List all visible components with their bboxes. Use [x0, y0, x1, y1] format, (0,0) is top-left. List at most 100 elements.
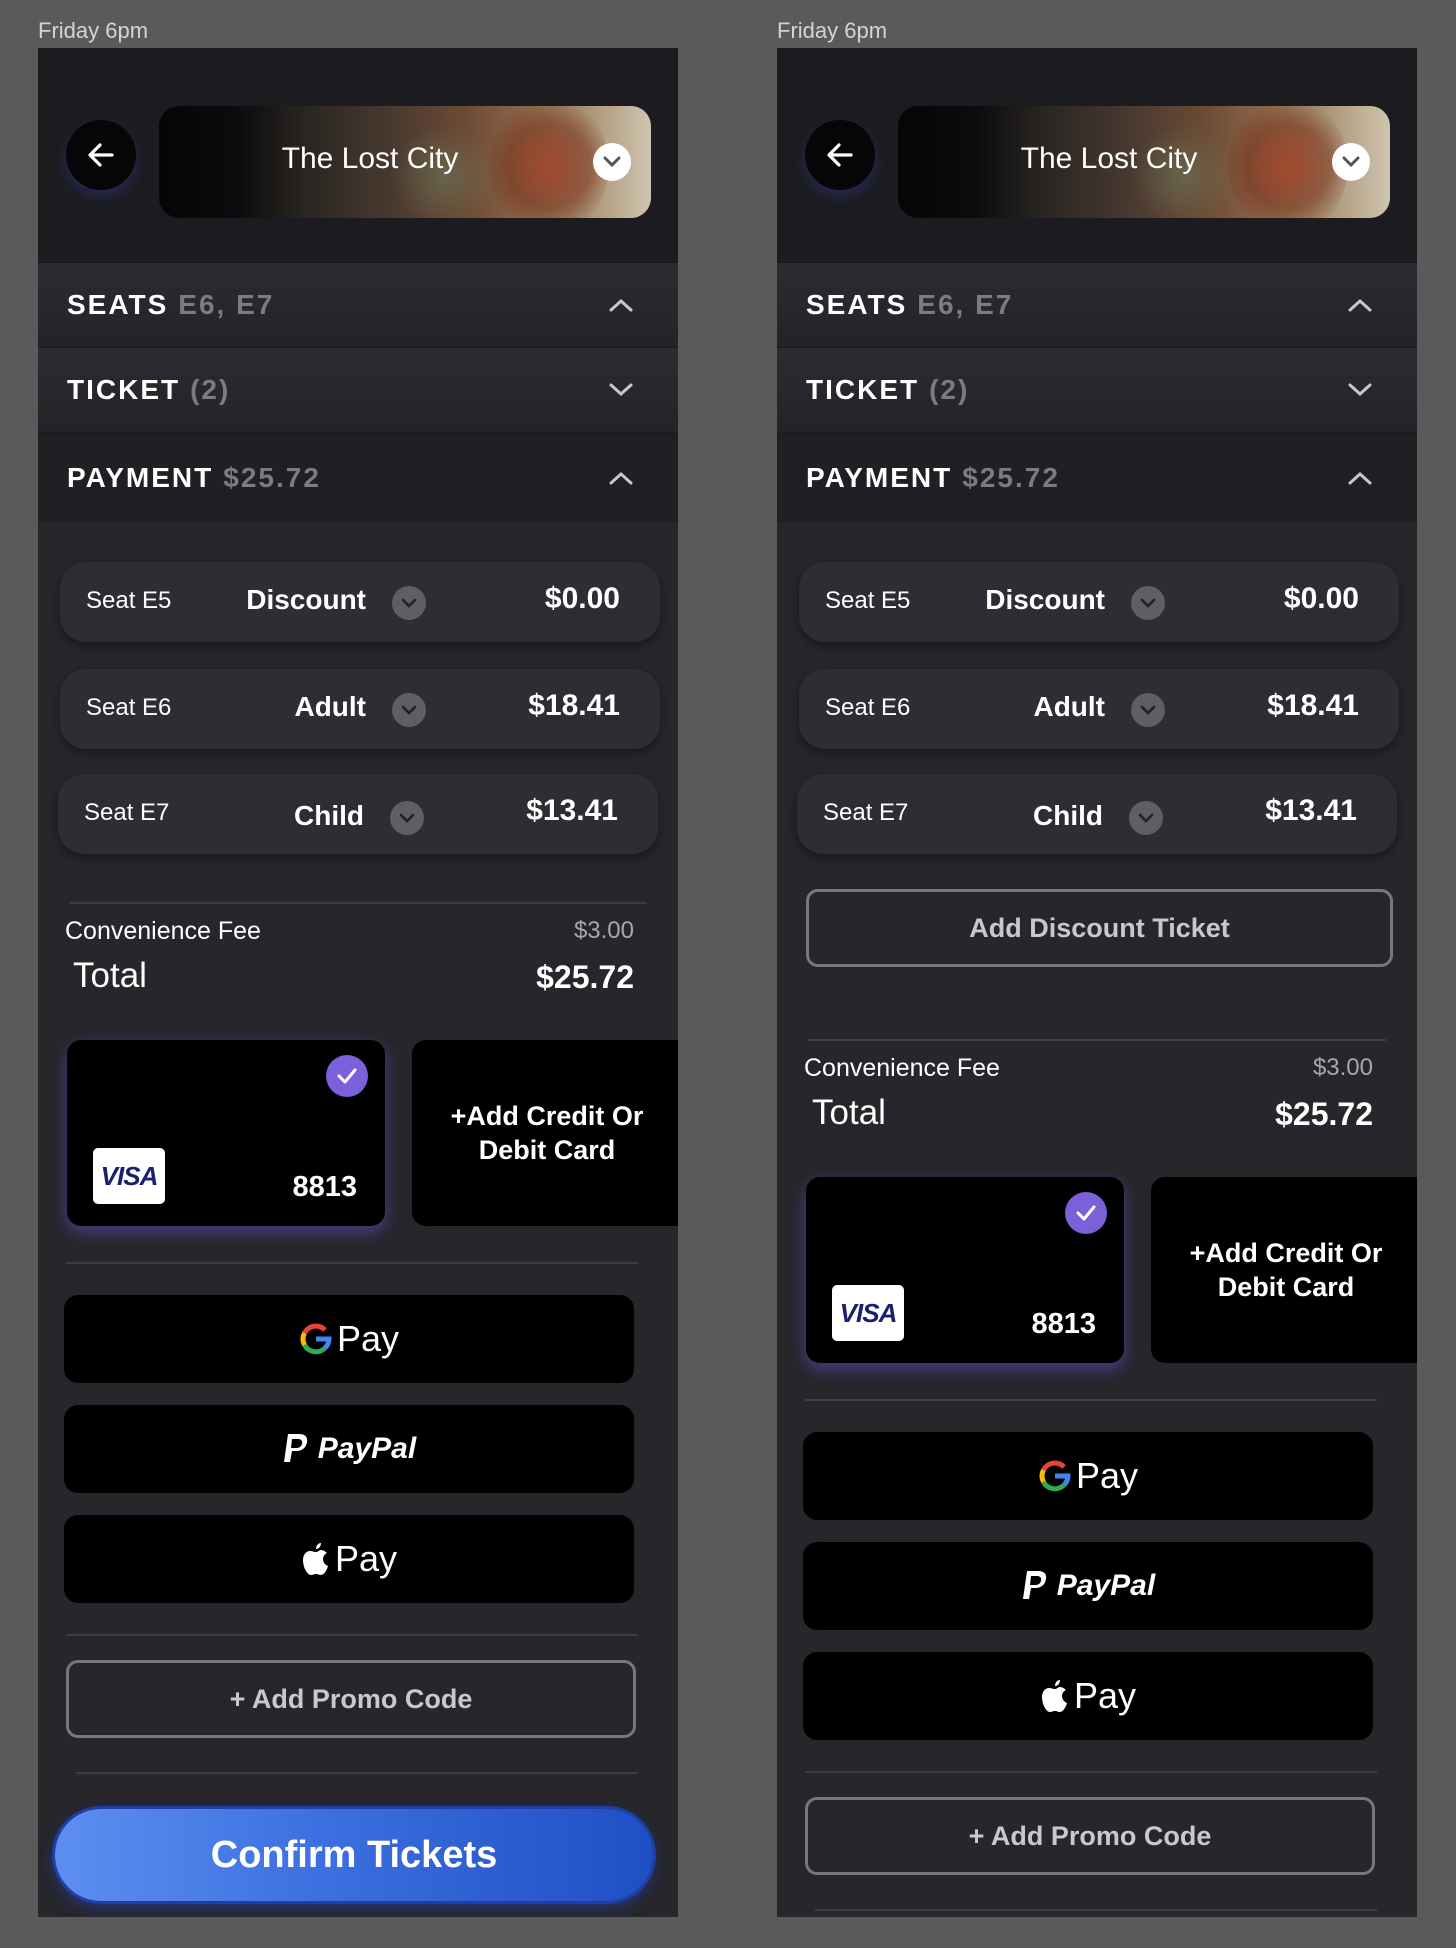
chevron-up-icon — [1348, 298, 1372, 312]
seat-label: Seat E7 — [823, 799, 909, 826]
chevron-down-icon[interactable] — [392, 693, 426, 727]
visa-logo: VISA — [93, 1148, 165, 1204]
seats-title: SEATS — [806, 289, 908, 320]
ticket-price: $13.41 — [1265, 794, 1357, 827]
add-promo-code-button[interactable]: + Add Promo Code — [805, 1797, 1375, 1875]
ticket-price: $18.41 — [528, 689, 620, 722]
ticket-section-header[interactable]: TICKET (2) — [777, 347, 1417, 432]
add-promo-code-button[interactable]: + Add Promo Code — [66, 1660, 636, 1738]
back-button[interactable] — [66, 120, 136, 190]
divider — [66, 1634, 638, 1636]
ticket-type[interactable]: Child — [1033, 800, 1103, 832]
divider — [805, 1399, 1377, 1401]
seats-section-header[interactable]: SEATS E6, E7 — [777, 262, 1417, 347]
visa-logo: VISA — [832, 1285, 904, 1341]
seats-title: SEATS — [67, 289, 169, 320]
ticket-type[interactable]: Child — [294, 800, 364, 832]
ticket-price: $0.00 — [544, 582, 620, 615]
google-g-icon — [300, 1323, 332, 1355]
payment-title: PAYMENT — [67, 461, 214, 493]
convenience-fee-value: $3.00 — [1312, 1054, 1373, 1081]
paypal-icon — [1022, 1571, 1046, 1599]
paypal-button[interactable]: PayPal — [64, 1405, 634, 1493]
ticket-title: TICKET — [806, 374, 920, 405]
ticket-price: $18.41 — [1267, 689, 1359, 722]
total-value: $25.72 — [536, 959, 634, 995]
seat-ticket-row: Seat E6 Adult $18.41 — [60, 669, 660, 749]
google-g-icon — [1039, 1460, 1071, 1492]
apple-pay-button[interactable]: Pay — [803, 1652, 1373, 1740]
seat-label: Seat E6 — [86, 694, 172, 721]
seat-label: Seat E7 — [84, 799, 170, 826]
payment-section-header[interactable]: PAYMENT $25.72 — [777, 432, 1417, 522]
arrow-left-icon — [827, 143, 853, 167]
apple-icon — [1041, 1680, 1067, 1712]
google-pay-button[interactable]: Pay — [64, 1295, 634, 1383]
divider — [76, 1772, 638, 1774]
payment-amount: $25.72 — [962, 461, 1060, 493]
paypal-icon — [283, 1434, 307, 1462]
divider — [69, 902, 647, 904]
chevron-down-icon[interactable] — [390, 801, 424, 835]
ticket-count: (2) — [190, 374, 231, 405]
seat-ticket-row: Seat E7 Child $13.41 — [797, 774, 1397, 854]
apple-icon — [302, 1543, 328, 1575]
movie-title: The Lost City — [281, 142, 459, 175]
seat-ticket-row: Seat E6 Adult $18.41 — [799, 669, 1399, 749]
convenience-fee-value: $3.00 — [573, 917, 634, 944]
chevron-down-icon[interactable] — [1332, 143, 1370, 181]
convenience-fee-label: Convenience Fee — [65, 917, 261, 945]
seat-ticket-row: Seat E5 Discount $0.00 — [799, 562, 1399, 642]
paypal-label: PayPal — [317, 1432, 417, 1465]
divider — [815, 1909, 1377, 1911]
ticket-count: (2) — [929, 374, 970, 405]
add-discount-ticket-button[interactable]: Add Discount Ticket — [806, 889, 1393, 967]
divider — [808, 1039, 1386, 1041]
movie-selector[interactable]: The Lost City — [898, 106, 1390, 218]
confirm-tickets-button[interactable]: Confirm Tickets — [55, 1809, 653, 1901]
google-pay-button[interactable]: Pay — [803, 1432, 1373, 1520]
add-card-button[interactable]: +Add Credit Or Debit Card — [412, 1040, 678, 1226]
seat-ticket-row: Seat E7 Child $13.41 — [58, 774, 658, 854]
header: The Lost City — [777, 48, 1417, 262]
seat-label: Seat E5 — [86, 587, 172, 614]
ticket-price: $13.41 — [526, 794, 618, 827]
applepay-label: Pay — [334, 1538, 398, 1579]
movie-selector[interactable]: The Lost City — [159, 106, 651, 218]
payment-amount: $25.72 — [223, 461, 321, 493]
frame-label: Friday 6pm — [777, 18, 888, 43]
add-card-label: +Add Credit Or Debit Card — [1189, 1238, 1383, 1302]
apple-pay-button[interactable]: Pay — [64, 1515, 634, 1603]
payment-section-header[interactable]: PAYMENT $25.72 — [38, 432, 678, 522]
saved-card[interactable]: VISA 8813 — [67, 1040, 385, 1226]
payment-title: PAYMENT — [806, 461, 953, 493]
ticket-price: $0.00 — [1283, 582, 1359, 615]
chevron-up-icon — [609, 471, 633, 484]
divider — [66, 1262, 638, 1264]
chevron-down-icon[interactable] — [1129, 801, 1163, 835]
chevron-down-icon[interactable] — [392, 586, 426, 620]
chevron-down-icon[interactable] — [1131, 693, 1165, 727]
seats-section-header[interactable]: SEATS E6, E7 — [38, 262, 678, 347]
chevron-down-icon[interactable] — [1131, 586, 1165, 620]
divider — [805, 1771, 1377, 1773]
total-value: $25.72 — [1275, 1096, 1373, 1132]
back-button[interactable] — [805, 120, 875, 190]
total-label: Total — [73, 956, 147, 995]
ticket-type[interactable]: Adult — [1033, 691, 1105, 723]
add-card-label: +Add Credit Or Debit Card — [450, 1101, 644, 1165]
check-icon — [1065, 1192, 1107, 1234]
total-label: Total — [812, 1093, 886, 1132]
chevron-down-icon[interactable] — [593, 143, 631, 181]
ticket-type[interactable]: Adult — [294, 691, 366, 723]
add-card-button[interactable]: +Add Credit Or Debit Card — [1151, 1177, 1417, 1363]
paypal-button[interactable]: PayPal — [803, 1542, 1373, 1630]
card-last4: 8813 — [1031, 1308, 1096, 1340]
ticket-section-header[interactable]: TICKET (2) — [38, 347, 678, 432]
applepay-label: Pay — [1073, 1675, 1137, 1716]
chevron-down-icon — [609, 383, 633, 397]
ticket-type[interactable]: Discount — [985, 584, 1105, 616]
saved-card[interactable]: VISA 8813 — [806, 1177, 1124, 1363]
movie-title: The Lost City — [1020, 142, 1198, 175]
ticket-type[interactable]: Discount — [246, 584, 366, 616]
